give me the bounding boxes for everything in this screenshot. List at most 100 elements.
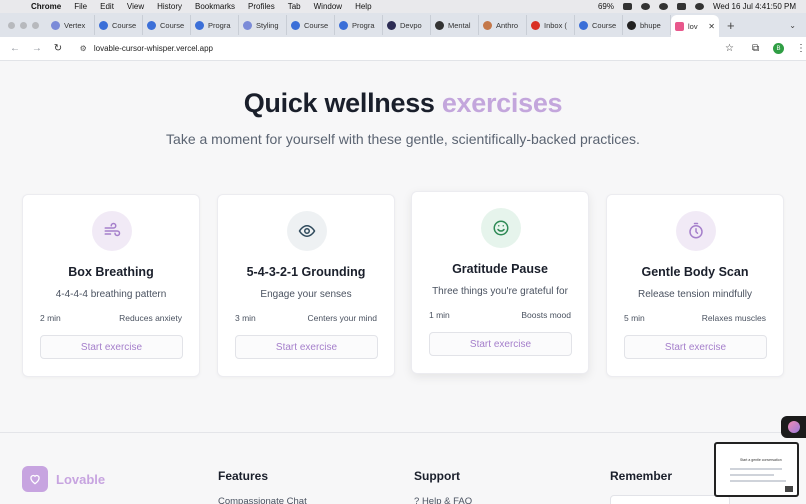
tab-favicon-icon [579, 20, 588, 30]
tab-label: Mental [448, 20, 471, 30]
card-icon-circle [676, 211, 716, 251]
menu-help[interactable]: Help [355, 2, 371, 11]
tab-favicon-icon [387, 20, 396, 30]
preview-title: Start a gentle conversation [740, 458, 782, 462]
page-subtitle: Take a moment for yourself with these ge… [166, 131, 640, 147]
tab-9[interactable]: Anthro [479, 15, 527, 35]
wifi-icon[interactable] [640, 3, 650, 10]
footer-brand[interactable]: Lovable [56, 472, 105, 487]
tab-3[interactable]: Progra [191, 15, 239, 35]
spotlight-icon[interactable] [658, 3, 668, 10]
screen-share-preview[interactable]: Start a gentle conversation [714, 442, 799, 497]
control-center-icon[interactable] [676, 3, 686, 10]
profile-avatar[interactable]: B [773, 43, 784, 54]
back-arrow-icon[interactable]: ← [10, 43, 22, 54]
site-settings-icon[interactable]: ⚙ [80, 44, 87, 53]
menu-app-name[interactable]: Chrome [31, 2, 61, 11]
card-benefit: Boosts mood [521, 310, 571, 320]
exercise-card-box-breathing: Box Breathing 4-4-4-4 breathing pattern … [22, 194, 200, 377]
preview-line [730, 474, 774, 476]
menu-tab[interactable]: Tab [288, 2, 301, 11]
card-icon-circle [481, 208, 521, 248]
tab-favicon-icon [291, 20, 300, 30]
address-bar[interactable]: ⚙ lovable-cursor-whisper.vercel.app ☆ [80, 40, 734, 58]
tab-active[interactable]: lov ✕ [671, 15, 719, 37]
floating-assistant-button[interactable] [781, 416, 806, 438]
tab-5[interactable]: Course [287, 15, 335, 35]
tab-label: Inbox ( [544, 20, 567, 30]
clock[interactable]: Wed 16 Jul 4:41:50 PM [713, 2, 796, 11]
forward-arrow-icon[interactable]: → [32, 43, 44, 54]
close-tab-icon[interactable]: ✕ [708, 22, 715, 31]
menu-window[interactable]: Window [314, 2, 342, 11]
eye-icon [298, 224, 316, 238]
footer-link-help-faq[interactable]: ? Help & FAQ [414, 496, 472, 504]
preview-line [730, 468, 782, 470]
card-description: Release tension mindfully [638, 289, 752, 300]
url-text[interactable]: lovable-cursor-whisper.vercel.app [94, 44, 213, 53]
preview-send-button [785, 486, 793, 492]
tab-favicon-icon [531, 20, 540, 30]
menu-view[interactable]: View [127, 2, 144, 11]
tab-12[interactable]: bhupe [623, 15, 671, 35]
tab-label: Progra [208, 20, 231, 30]
tab-label: Devpo [400, 20, 422, 30]
tab-favicon-icon [99, 20, 108, 30]
start-exercise-button[interactable]: Start exercise [429, 332, 572, 356]
tab-10[interactable]: Inbox ( [527, 15, 575, 35]
menu-edit[interactable]: Edit [100, 2, 114, 11]
tab-8[interactable]: Mental [431, 15, 479, 35]
bookmark-star-icon[interactable]: ☆ [725, 43, 734, 54]
card-duration: 1 min [429, 310, 450, 320]
tab-favicon-icon [483, 20, 492, 30]
more-menu-icon[interactable]: ⋮ [796, 43, 806, 54]
start-exercise-button[interactable]: Start exercise [235, 335, 378, 359]
footer-link-compassionate-chat[interactable]: Compassionate Chat [218, 496, 307, 504]
card-description: Engage your senses [260, 289, 352, 300]
timer-icon [689, 222, 703, 239]
assistant-orb-icon [787, 421, 800, 433]
tab-6[interactable]: Progra [335, 15, 383, 35]
start-exercise-button[interactable]: Start exercise [40, 335, 183, 359]
start-exercise-button[interactable]: Start exercise [624, 335, 767, 359]
tab-favicon-icon [195, 20, 204, 30]
tab-7[interactable]: Devpo [383, 15, 431, 35]
page-title: Quick wellness exercises [0, 88, 806, 119]
extensions-icon[interactable]: ⧉ [752, 43, 759, 54]
close-window-button[interactable] [8, 21, 15, 29]
tab-4[interactable]: Styling [239, 15, 287, 35]
tab-label: Vertex [64, 20, 86, 30]
wind-icon [104, 222, 121, 237]
lovable-logo-icon[interactable] [22, 466, 48, 492]
minimize-window-button[interactable] [20, 21, 27, 29]
zoom-window-button[interactable] [32, 21, 39, 29]
tab-0[interactable]: Vertex [47, 15, 95, 35]
card-benefit: Centers your mind [307, 313, 377, 323]
footer-remember-box [610, 495, 730, 504]
tab-search-chevron-icon[interactable]: ⌄ [789, 21, 796, 30]
new-tab-button[interactable]: + [727, 18, 735, 33]
title-accent: exercises [441, 88, 563, 118]
card-meta: 5 min Relaxes muscles [624, 313, 766, 323]
battery-icon[interactable] [622, 3, 632, 10]
tab-11[interactable]: Course [575, 15, 623, 35]
tab-1[interactable]: Course [95, 15, 143, 35]
card-duration: 5 min [624, 313, 645, 323]
reload-icon[interactable]: ↻ [54, 43, 66, 54]
card-description: Three things you're grateful for [432, 286, 568, 297]
tab-favicon-icon [435, 20, 444, 30]
tab-2[interactable]: Course [143, 15, 191, 35]
menu-file[interactable]: File [74, 2, 87, 11]
tab-favicon-icon [627, 20, 636, 30]
tab-label: Course [304, 20, 329, 30]
menu-history[interactable]: History [157, 2, 182, 11]
menu-profiles[interactable]: Profiles [248, 2, 275, 11]
menu-bookmarks[interactable]: Bookmarks [195, 2, 235, 11]
help-faq-label: Help & FAQ [421, 496, 473, 504]
tab-label: Course [592, 20, 617, 30]
tab-label: lov [688, 21, 698, 31]
siri-icon[interactable] [694, 3, 704, 10]
tab-favicon-icon [339, 20, 348, 30]
card-description: 4-4-4-4 breathing pattern [55, 289, 167, 300]
card-duration: 2 min [40, 313, 61, 323]
